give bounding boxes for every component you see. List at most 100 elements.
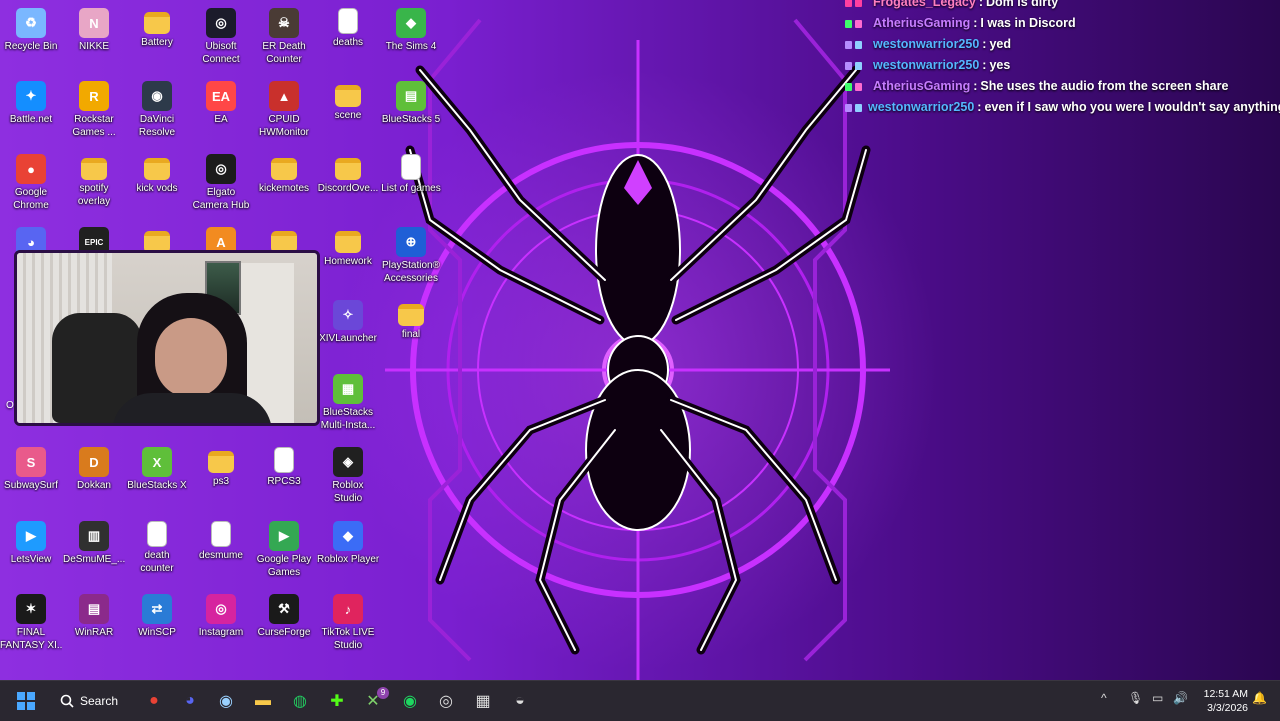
desktop-icon[interactable]: ◆ The Sims 4 xyxy=(380,6,442,76)
desktop-icon[interactable]: List of games xyxy=(380,152,442,222)
desktop-icon[interactable]: deaths xyxy=(317,6,379,76)
steam-icon[interactable]: ◉ xyxy=(214,689,238,713)
desktop-icon[interactable]: ▥ DeSmuME_... xyxy=(63,519,125,589)
chat-message: AtheriusGaming: She uses the audio from t… xyxy=(845,76,1275,97)
desktop-icon[interactable]: ♪ TikTok LIVE Studio xyxy=(317,592,379,662)
microphone-icon[interactable]: 🎙 xyxy=(1128,691,1143,705)
desktop-icon[interactable]: ⊕ PlayStation® Accessories xyxy=(380,225,442,295)
desktop-icon-label-line2: Multi-Insta... xyxy=(320,420,376,431)
chat-username: AtheriusGaming xyxy=(873,16,971,30)
desktop-icon-label: CPUID xyxy=(268,114,300,125)
desktop-icon[interactable]: ⇄ WinSCP xyxy=(126,592,188,662)
document-icon xyxy=(401,154,421,180)
desktop-icon[interactable]: desmume xyxy=(190,519,252,589)
chrome-icon: ● xyxy=(16,154,46,184)
desktop-icon[interactable]: R Rockstar Games ... xyxy=(63,79,125,149)
desktop-icon-label: Elgato xyxy=(206,187,236,198)
desktop-icon[interactable]: ▤ WinRAR xyxy=(63,592,125,662)
desktop-icon[interactable]: ◎ Elgato Camera Hub xyxy=(190,152,252,222)
show-hidden-icons-chevron[interactable]: ^ xyxy=(1101,691,1107,705)
desktop-icon-label: Dokkan xyxy=(77,480,111,491)
chat-badges xyxy=(845,0,867,7)
desktop-icon[interactable]: Battery xyxy=(126,6,188,76)
sims-icon: ◆ xyxy=(396,8,426,38)
chrome-taskbar-icon[interactable]: ● xyxy=(142,689,166,713)
desktop-icon-label: kick vods xyxy=(136,183,178,194)
desktop-icon[interactable]: kickemotes xyxy=(253,152,315,222)
desktop-icon[interactable]: X BlueStacks X xyxy=(126,445,188,515)
desktop-icon[interactable]: ◆ Roblox Player xyxy=(317,519,379,589)
chat-badge-icon xyxy=(845,19,852,28)
desktop-icon[interactable]: ▲ CPUID HWMonitor xyxy=(253,79,315,149)
taskbar-clock[interactable]: 12:51 AM 3/3/2026 xyxy=(1196,687,1248,715)
subway-surf-icon: S xyxy=(16,447,46,477)
winrar-icon: ▤ xyxy=(79,594,109,624)
desktop-icon[interactable]: ps3 xyxy=(190,445,252,515)
xbox-icon[interactable]: ◍ xyxy=(288,689,312,713)
desktop-icon[interactable]: kick vods xyxy=(126,152,188,222)
file-explorer-icon[interactable]: ▬ xyxy=(251,689,275,713)
desktop-icon[interactable]: ✦ Battle.net xyxy=(0,79,62,149)
desktop-icon[interactable]: S SubwaySurf xyxy=(0,445,62,515)
chat-badge-icon xyxy=(855,61,862,70)
discord-taskbar-icon[interactable]: ◕ xyxy=(178,689,202,713)
camera-hub-icon[interactable]: ◎ xyxy=(434,689,458,713)
folder-icon xyxy=(335,158,361,180)
start-button[interactable] xyxy=(14,689,38,713)
document-icon xyxy=(147,521,167,547)
windows-logo-icon xyxy=(17,692,35,710)
roblox-studio-icon: ◈ xyxy=(333,447,363,477)
network-icon[interactable]: ▭ xyxy=(1152,691,1163,705)
chat-badge-icon xyxy=(855,82,862,91)
chat-text: yes xyxy=(989,58,1011,72)
desktop-icon[interactable]: D Dokkan xyxy=(63,445,125,515)
chat-badge-icon xyxy=(845,82,852,91)
desktop-icon[interactable]: scene xyxy=(317,79,379,149)
desktop-icon[interactable]: ◉ DaVinci Resolve xyxy=(126,79,188,149)
letsview-icon: ▶ xyxy=(16,521,46,551)
elgato-icon: ◎ xyxy=(206,154,236,184)
notification-bell-icon[interactable]: 🔔 xyxy=(1252,691,1267,705)
desktop-icon[interactable]: ✶ FINAL FANTASY XI... xyxy=(0,592,62,662)
desktop-icon[interactable]: N NIKKE xyxy=(63,6,125,76)
desktop-icon-label: NIKKE xyxy=(78,41,109,52)
desktop-icon[interactable]: final xyxy=(380,298,442,368)
desktop-icon[interactable]: ● Google Chrome xyxy=(0,152,62,222)
chat-separator: : xyxy=(973,79,978,93)
desktop-icon-label: ER Death xyxy=(262,41,306,52)
desktop-icon[interactable]: ◈ Roblox Studio xyxy=(317,445,379,515)
desktop-icon[interactable]: ⚒ CurseForge xyxy=(253,592,315,662)
desktop-icon-label: DeSmuME_... xyxy=(63,554,125,565)
desktop-icon[interactable]: ♻ Recycle Bin xyxy=(0,6,62,76)
taskbar-search-button[interactable]: Search xyxy=(60,689,130,713)
volume-icon[interactable]: 🔊 xyxy=(1173,691,1188,705)
desktop-icon[interactable]: DiscordOve... xyxy=(317,152,379,222)
desktop-icon[interactable]: Homework xyxy=(317,225,379,295)
desktop-icon[interactable]: RPCS3 xyxy=(253,445,315,515)
obs-icon[interactable]: ◒ xyxy=(508,689,532,713)
desktop-icon[interactable]: ☠ ER Death Counter xyxy=(253,6,315,76)
desktop-icon-label-line2: Accessories xyxy=(384,273,438,284)
desktop-icon[interactable]: spotify overlay xyxy=(63,152,125,222)
desktop-icon-label: List of games xyxy=(381,183,441,194)
bluestacks-multi-icon: ▦ xyxy=(333,374,363,404)
spotify-icon[interactable]: ◉ xyxy=(398,689,422,713)
chat-badges xyxy=(845,61,867,70)
kick-icon[interactable]: ✚ xyxy=(325,689,349,713)
desktop-icon[interactable]: death counter xyxy=(126,519,188,589)
desktop-icon[interactable]: ▶ Google Play Games xyxy=(253,519,315,589)
desktop-icon[interactable]: ▤ BlueStacks 5 xyxy=(380,79,442,149)
clock-time: 12:51 AM xyxy=(1203,688,1248,700)
chat-username: AtheriusGaming xyxy=(873,79,971,93)
google-play-games-icon: ▶ xyxy=(269,521,299,551)
desktop-icon[interactable]: EA EA xyxy=(190,79,252,149)
keyboard-icon[interactable]: ▦ xyxy=(471,689,495,713)
desktop-icon[interactable]: ✧ XIVLauncher xyxy=(317,298,379,368)
desktop-icon[interactable]: ▦ BlueStacks Multi-Insta... xyxy=(317,372,379,442)
desktop-icon[interactable]: ◎ Ubisoft Connect xyxy=(190,6,252,76)
desktop-icon[interactable]: ▶ LetsView xyxy=(0,519,62,589)
instagram-icon: ◎ xyxy=(206,594,236,624)
desktop-icon-label-line2: FANTASY XI... xyxy=(0,640,62,651)
desktop-icon[interactable]: ◎ Instagram xyxy=(190,592,252,662)
desktop-icon-label: Instagram xyxy=(198,627,244,638)
